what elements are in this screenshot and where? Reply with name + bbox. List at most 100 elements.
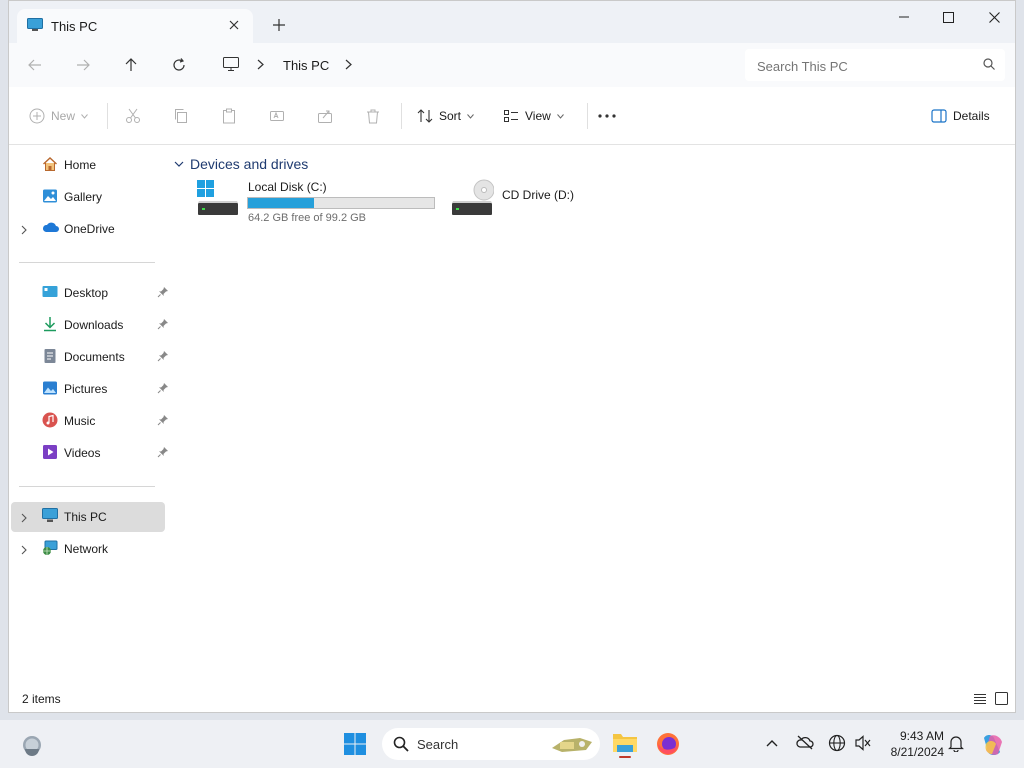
- more-icon: [598, 114, 616, 118]
- trash-icon: [367, 109, 379, 124]
- search-box[interactable]: [745, 49, 1005, 81]
- globe-icon: [828, 734, 846, 752]
- windows-logo-icon: [344, 733, 366, 755]
- cd-drive-icon: [450, 179, 495, 220]
- widgets-button[interactable]: [20, 734, 44, 759]
- tab-close-button[interactable]: [223, 14, 245, 36]
- refresh-button[interactable]: [165, 53, 193, 77]
- title-bar: This PC: [9, 1, 1015, 43]
- tiles-view-button[interactable]: [995, 692, 1008, 708]
- sort-button[interactable]: Sort: [417, 104, 474, 128]
- navigation-pane: Home Gallery OneDrive Desktop Downloads …: [9, 144, 174, 686]
- maximize-button[interactable]: [925, 1, 971, 33]
- new-button[interactable]: New: [29, 104, 88, 128]
- sort-icon: [417, 109, 433, 123]
- chevron-right-icon[interactable]: [21, 512, 27, 526]
- details-button[interactable]: Details: [931, 104, 990, 128]
- drive-free-space: 64.2 GB free of 99.2 GB: [248, 212, 367, 224]
- search-input[interactable]: [755, 56, 969, 76]
- divider: [19, 486, 155, 487]
- file-explorer-taskbar-button[interactable]: [612, 730, 638, 761]
- breadcrumb-this-pc[interactable]: This PC: [283, 58, 329, 73]
- sidebar-item-this-pc[interactable]: This PC: [11, 502, 165, 532]
- chevron-right-icon[interactable]: [257, 59, 264, 73]
- search-highlight-icon: [550, 734, 594, 757]
- details-view-button[interactable]: [973, 693, 987, 708]
- taskbar-search-label: Search: [417, 737, 459, 752]
- sidebar-item-home[interactable]: Home: [11, 150, 165, 180]
- view-label: View: [525, 109, 551, 123]
- sidebar-item-videos[interactable]: Videos: [11, 438, 168, 468]
- up-button[interactable]: [117, 53, 145, 77]
- delete-button[interactable]: [365, 104, 381, 128]
- home-icon: [42, 156, 58, 175]
- clock-time: 9:43 AM: [899, 729, 944, 743]
- paste-button[interactable]: [221, 104, 237, 128]
- tab-this-pc[interactable]: This PC: [17, 9, 253, 43]
- pin-icon[interactable]: [157, 318, 169, 333]
- tab-title: This PC: [51, 19, 98, 34]
- share-button[interactable]: [317, 104, 333, 128]
- sidebar-item-desktop[interactable]: Desktop: [11, 278, 168, 308]
- pin-icon[interactable]: [157, 350, 169, 365]
- cut-button[interactable]: [125, 104, 141, 128]
- sidebar-item-onedrive[interactable]: OneDrive: [11, 214, 165, 244]
- onedrive-status-button[interactable]: [795, 734, 815, 753]
- devices-and-drives-group[interactable]: Devices and drives: [174, 154, 308, 174]
- show-hidden-icons-button[interactable]: [766, 736, 778, 750]
- search-icon[interactable]: [983, 58, 995, 73]
- sidebar-item-gallery[interactable]: Gallery: [11, 182, 165, 212]
- content-area: Devices and drives Local Disk (C:) 64.2 …: [174, 144, 1015, 686]
- copy-button[interactable]: [173, 104, 189, 128]
- minimize-button[interactable]: [881, 1, 927, 33]
- firefox-taskbar-button[interactable]: [656, 732, 680, 759]
- forward-button[interactable]: [69, 53, 97, 77]
- address-bar[interactable]: This PC: [213, 49, 731, 81]
- drive-local-disk-c[interactable]: Local Disk (C:) 64.2 GB free of 99.2 GB: [196, 179, 456, 229]
- pin-icon[interactable]: [157, 446, 169, 461]
- sidebar-item-network[interactable]: Network: [11, 534, 165, 564]
- back-button[interactable]: [21, 53, 49, 77]
- this-pc-icon: [27, 18, 43, 35]
- new-tab-button[interactable]: [267, 13, 291, 37]
- sidebar-item-downloads[interactable]: Downloads: [11, 310, 168, 340]
- sidebar-item-label: Pictures: [64, 382, 108, 396]
- close-button[interactable]: [971, 1, 1015, 33]
- arrow-right-icon: [77, 59, 90, 71]
- sidebar-item-label: This PC: [64, 510, 107, 524]
- list-view-icon: [974, 694, 986, 704]
- taskbar-search[interactable]: Search: [382, 728, 600, 760]
- pin-icon[interactable]: [157, 414, 169, 429]
- drive-usage-fill: [248, 198, 314, 208]
- notifications-button[interactable]: [948, 734, 964, 755]
- divider: [107, 103, 108, 129]
- pin-icon[interactable]: [157, 382, 169, 397]
- new-label: New: [51, 109, 76, 123]
- cloud-offline-icon: [796, 735, 814, 750]
- network-status-button[interactable]: [828, 734, 846, 755]
- sidebar-item-label: Desktop: [64, 286, 109, 300]
- sidebar-item-pictures[interactable]: Pictures: [11, 374, 168, 404]
- pin-icon[interactable]: [157, 286, 169, 301]
- copilot-button[interactable]: [980, 732, 1006, 761]
- sidebar-item-documents[interactable]: Documents: [11, 342, 168, 372]
- divider: [401, 103, 402, 129]
- start-button[interactable]: [343, 732, 367, 759]
- download-arrow-icon: [42, 316, 58, 335]
- drive-cd-d[interactable]: CD Drive (D:): [450, 179, 600, 229]
- chevron-up-icon: [766, 740, 778, 747]
- view-button[interactable]: View: [503, 104, 564, 128]
- refresh-icon: [173, 58, 185, 71]
- details-pane-icon: [931, 109, 947, 123]
- plus-circle-icon: [29, 108, 45, 124]
- chevron-right-icon[interactable]: [21, 224, 27, 238]
- chevron-right-icon[interactable]: [345, 59, 352, 73]
- chevron-right-icon[interactable]: [21, 544, 27, 558]
- pictures-icon: [42, 380, 58, 399]
- command-bar: New Sort View Details: [9, 87, 1015, 145]
- rename-button[interactable]: [269, 104, 285, 128]
- more-options-button[interactable]: [597, 104, 617, 128]
- volume-button[interactable]: [854, 734, 872, 755]
- sidebar-item-music[interactable]: Music: [11, 406, 168, 436]
- clock[interactable]: 9:43 AM 8/21/2024: [876, 728, 944, 760]
